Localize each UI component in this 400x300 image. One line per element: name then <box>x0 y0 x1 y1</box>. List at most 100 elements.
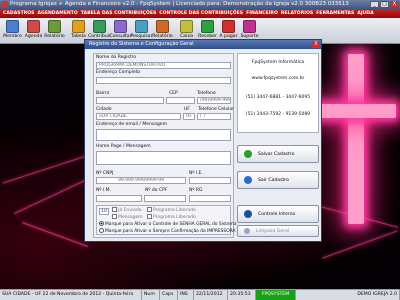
option-programa-liberado-2[interactable]: Programa Liberado <box>147 214 196 220</box>
option-mensagem[interactable]: Mensagem <box>112 214 143 220</box>
radio-senha-geral[interactable]: Marque para Ativar o Controle de SENHA G… <box>99 221 237 227</box>
checkbox-programa-liberado-2[interactable] <box>147 214 152 219</box>
close-window-button[interactable]: X <box>390 1 399 8</box>
field-telefone[interactable]: (99)9999-9999 <box>197 97 231 104</box>
label-email: Endereço de email / Mensagem <box>96 122 167 127</box>
clear-icon <box>244 228 250 234</box>
field-ie[interactable] <box>189 177 231 184</box>
company-name: FpqSystem Informática <box>251 60 305 65</box>
checkbox-ja-enviado[interactable] <box>112 207 117 212</box>
option-programa-liberado[interactable]: Programa Liberado <box>147 207 196 213</box>
option-ja-enviado[interactable]: Já Enviado <box>112 207 142 213</box>
menu-financeiro[interactable]: FINANCEIRO <box>246 9 278 18</box>
glowing-cross-vertical <box>348 54 364 224</box>
label-endereco: Endereço Completo <box>96 70 141 75</box>
status-num: Num <box>142 290 160 300</box>
registration-dialog: Registro do Sistema e Configuração Geral… <box>84 39 322 242</box>
toolbar-icon-2 <box>48 20 61 33</box>
minimize-button[interactable]: _ <box>370 1 379 8</box>
toolbar-button-0[interactable]: Membro <box>2 18 23 44</box>
label-cpf: Nº do CPF <box>145 188 168 193</box>
label-cnpj: Nº CNPJ <box>96 171 114 176</box>
field-celular[interactable]: ( ) <box>197 113 231 120</box>
info-icon <box>244 210 252 218</box>
label-uf: UF <box>184 107 190 112</box>
company-phone-1: (51) 3447-6881 - 3447-6095 <box>245 95 311 100</box>
menu-relatorios[interactable]: RELATÓRIOS <box>281 9 313 18</box>
label-radio-senha-geral: Marque para Ativar o Controle de SENHA G… <box>105 222 237 227</box>
menu-ajuda[interactable]: AJUDA <box>357 9 373 18</box>
label-cidade: Cidade <box>96 107 112 112</box>
company-phone-2: (51) 3443-7592 - 9139-5089 <box>245 112 311 117</box>
toolbar-icon-3 <box>72 20 85 33</box>
radio-impressora-dot[interactable] <box>99 228 104 233</box>
field-email[interactable] <box>96 129 231 141</box>
exit-button[interactable]: Sair Cadastro <box>237 171 319 189</box>
field-nome[interactable]: PROGRAMA DEMONSTRATIVO <box>96 62 231 69</box>
dialog-close-button[interactable]: X <box>312 41 320 48</box>
menu-controle-contribuicoes[interactable]: CONTROLE DAS CONTRIBUIÇÕES <box>159 9 243 18</box>
field-im[interactable] <box>96 195 142 202</box>
field-uf[interactable]: UF <box>183 113 195 120</box>
toolbar-icon-7 <box>156 20 169 33</box>
spin-value[interactable]: 10 <box>99 208 109 215</box>
toolbar-icon-9 <box>201 20 214 33</box>
checkbox-programa-liberado[interactable] <box>147 207 152 212</box>
toolbar-icon-6 <box>135 20 148 33</box>
toolbar-icon-5 <box>114 20 127 33</box>
field-cidade[interactable]: SUA CIDADE <box>96 113 181 120</box>
label-programa-liberado: Programa Liberado <box>153 208 196 213</box>
status-ins: INS <box>178 290 194 300</box>
toolbar-button-2[interactable]: Relatório <box>44 18 65 44</box>
menu-bar: CADASTROS AGENDAMENTO TABELA DAS CONTRIB… <box>0 9 400 18</box>
toolbar-icon-0 <box>6 20 19 33</box>
label-mensagem: Mensagem <box>118 215 143 220</box>
field-bairro[interactable] <box>96 97 164 104</box>
toolbar-icon-1 <box>27 20 40 33</box>
label-bairro: Bairro <box>96 91 110 96</box>
status-bar: SUA CIDADE - UF 22 de Novembro de 2012 -… <box>0 289 400 300</box>
field-rg[interactable] <box>189 195 231 202</box>
toolbar-icon-11 <box>243 20 256 33</box>
internal-control-label: Controle Interno <box>258 211 296 217</box>
status-version: DEMO IGREJA 2.0 <box>296 290 400 300</box>
radio-impressora[interactable]: Marque para Ativar o Sempre Confirmação … <box>99 228 236 234</box>
check-icon <box>244 150 252 158</box>
field-endereco[interactable] <box>96 77 231 84</box>
window-title: Programa Igrejas + Agenda e Financeiro v… <box>10 1 349 7</box>
toolbar-icon-4 <box>93 20 106 33</box>
menu-ferramentas[interactable]: FERRAMENTAS <box>316 9 354 18</box>
menu-tabela-contribuicoes[interactable]: TABELA DAS CONTRIBUIÇÕES <box>81 9 157 18</box>
field-cpf[interactable] <box>144 195 186 202</box>
field-cnpj[interactable]: 99.999.999/9999-99 <box>96 177 186 184</box>
label-telefone: Telefone <box>197 91 216 96</box>
app-icon <box>1 1 8 8</box>
dialog-title: Registro do Sistema e Configuração Geral <box>89 41 194 47</box>
save-button[interactable]: Salvar Cadastro <box>237 145 319 163</box>
label-im: Nº I.M. <box>96 188 111 193</box>
toolbar-label-1: Agenda <box>24 34 43 39</box>
toolbar-button-1[interactable]: Agenda <box>23 18 44 44</box>
clear-button[interactable]: Limpeza Geral <box>237 225 319 237</box>
menu-cadastros[interactable]: CADASTROS <box>3 9 35 18</box>
exit-button-label: Sair Cadastro <box>258 177 289 183</box>
checkbox-mensagem[interactable] <box>112 214 117 219</box>
maximize-button[interactable]: □ <box>380 1 389 8</box>
label-radio-impressora: Marque para Ativar o Sempre Confirmação … <box>105 229 236 234</box>
label-nome: Nome do Registro <box>96 55 137 60</box>
status-city-date: SUA CIDADE - UF 22 de Novembro de 2012 -… <box>0 290 142 300</box>
label-ie: Nº I.E. <box>189 171 203 176</box>
field-homepage[interactable] <box>96 151 231 165</box>
radio-senha-geral-dot[interactable] <box>99 221 104 226</box>
field-cep[interactable] <box>166 97 195 104</box>
menu-agendamento[interactable]: AGENDAMENTO <box>38 9 78 18</box>
dialog-title-bar: Registro do Sistema e Configuração Geral… <box>85 40 321 49</box>
label-ja-enviado: Já Enviado <box>118 208 142 213</box>
toolbar-icon-8 <box>180 20 193 33</box>
status-time: 20:35:53 <box>228 290 256 300</box>
internal-control-button[interactable]: Controle Interno <box>237 205 319 223</box>
window-controls: _ □ X <box>370 1 399 8</box>
clear-button-label: Limpeza Geral <box>256 228 290 234</box>
status-caps: Caps <box>160 290 178 300</box>
company-site[interactable]: www.fpqsystem.com.br <box>238 76 318 81</box>
